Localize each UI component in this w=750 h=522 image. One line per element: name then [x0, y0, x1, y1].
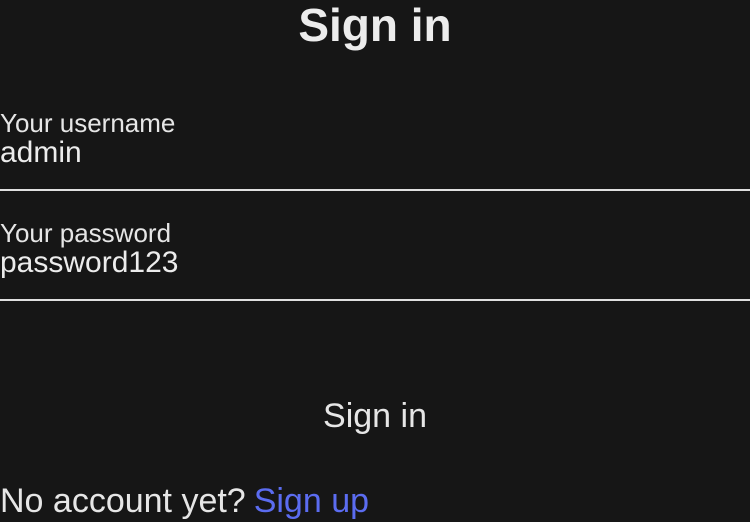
password-label: Your password [0, 218, 172, 248]
username-label: Your username [0, 108, 176, 138]
sign-in-button[interactable]: Sign in [275, 390, 475, 442]
signup-prompt: No account yet? Sign up [0, 480, 369, 522]
password-field[interactable]: Your password [0, 218, 750, 301]
no-account-text: No account yet? [0, 482, 246, 520]
sign-in-page: Sign in Your username Your password Sign… [0, 0, 750, 522]
sign-up-link[interactable]: Sign up [254, 482, 369, 520]
username-input[interactable] [0, 138, 740, 168]
password-input[interactable] [0, 248, 740, 278]
page-title: Sign in [298, 0, 452, 51]
username-field[interactable]: Your username [0, 108, 750, 191]
